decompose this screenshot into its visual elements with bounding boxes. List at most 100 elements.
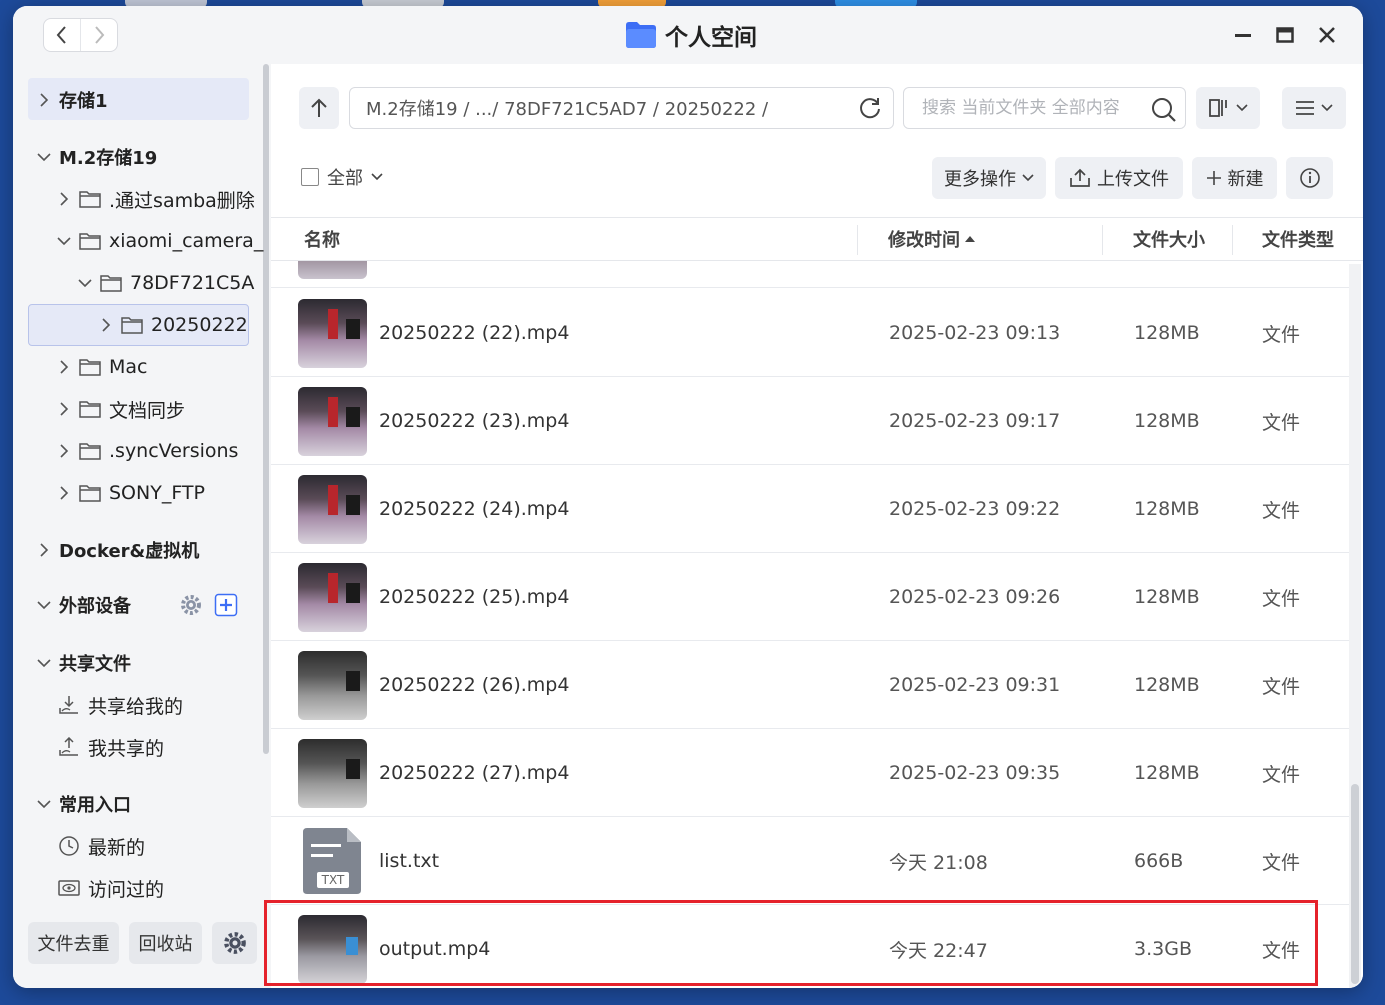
upload-button[interactable]: 上传文件 (1055, 157, 1183, 199)
path-text: M.2存储19 / .../ 78DF721C5AD7 / 20250222 / (366, 99, 769, 120)
column-header-name[interactable]: 名称 (304, 218, 340, 260)
folder-outline-icon (79, 190, 101, 208)
sidebar-section-shared[interactable]: 共享文件 (33, 643, 131, 683)
select-all-checkbox[interactable] (301, 168, 319, 186)
folder-outline-icon (79, 400, 101, 418)
sidebar-item-docker[interactable]: Docker&虚拟机 (33, 530, 199, 570)
file-type: 文件 (1262, 675, 1301, 698)
minimize-button[interactable] (1230, 22, 1256, 48)
txt-file-icon-label: TXT (321, 873, 345, 887)
sidebar-item-visited[interactable]: 访问过的 (58, 868, 164, 908)
sort-menu-button[interactable] (1282, 87, 1346, 129)
file-list-scrollbar[interactable] (1349, 264, 1361, 988)
sidebar-item-label: M.2存储19 (59, 148, 158, 169)
close-button[interactable] (1314, 22, 1340, 48)
table-row-partial[interactable] (271, 261, 1350, 288)
close-icon (1319, 27, 1335, 43)
sidebar-item-m2[interactable]: M.2存储19 (33, 137, 157, 177)
table-row[interactable]: 20250222 (23).mp4 2025-02-23 09:17 128MB… (271, 377, 1350, 465)
new-label: 新建 (1227, 169, 1264, 190)
view-mode-icon (1209, 99, 1227, 117)
download-share-icon (58, 695, 80, 715)
file-name: 20250222 (25).mp4 (379, 586, 570, 608)
table-row[interactable]: 20250222 (27).mp4 2025-02-23 09:35 128MB… (271, 729, 1350, 817)
sidebar-section-external[interactable]: 外部设备 (33, 585, 131, 625)
table-row[interactable]: 20250222 (24).mp4 2025-02-23 09:22 128MB… (271, 465, 1350, 553)
file-type: 文件 (1262, 499, 1301, 522)
plus-icon (1206, 171, 1221, 185)
table-row[interactable]: 20250222 (25).mp4 2025-02-23 09:26 128MB… (271, 553, 1350, 641)
chevron-down-icon (1321, 104, 1333, 112)
external-settings-icon[interactable] (179, 593, 203, 621)
sidebar-item-my-shared[interactable]: 我共享的 (58, 727, 164, 767)
add-external-device-icon[interactable] (214, 593, 238, 621)
column-header-modified[interactable]: 修改时间 (888, 218, 976, 260)
back-button[interactable] (44, 19, 80, 51)
column-header-size[interactable]: 文件大小 (1133, 218, 1205, 260)
select-all-dropdown[interactable]: 全部 (301, 164, 383, 190)
sidebar-section-common[interactable]: 常用入口 (33, 784, 131, 824)
file-type: 文件 (1262, 763, 1301, 786)
sidebar-item-label: 最新的 (88, 836, 146, 859)
video-thumbnail (298, 563, 367, 632)
chevron-down-icon (33, 600, 55, 610)
new-button[interactable]: 新建 (1192, 157, 1277, 199)
sidebar-folder-78df[interactable]: 78DF721C5A (74, 263, 254, 303)
table-row-output[interactable]: output.mp4 今天 22:47 3.3GB 文件 (271, 905, 1350, 988)
forward-button[interactable] (80, 19, 117, 51)
chevron-right-icon (33, 93, 55, 107)
file-size: 128MB (1134, 586, 1200, 608)
column-header-modified-label: 修改时间 (888, 230, 960, 251)
file-modified: 2025-02-23 09:31 (889, 674, 1061, 696)
recycle-bin-button[interactable]: 回收站 (129, 922, 202, 964)
more-actions-button[interactable]: 更多操作 (932, 157, 1046, 199)
upload-share-icon (58, 737, 80, 757)
search-input[interactable] (903, 87, 1186, 129)
folder-outline-icon (79, 484, 101, 502)
chevron-right-icon (95, 26, 105, 44)
clock-icon (58, 835, 80, 857)
sidebar-folder-20250222[interactable]: 20250222 (95, 305, 248, 345)
sidebar-folder-mac[interactable]: Mac (53, 347, 147, 387)
sidebar: 存储1 M.2存储19 .通过samba删除 xiaomi_camera_ 78… (13, 64, 271, 988)
sidebar-scrollbar[interactable] (263, 64, 269, 754)
file-name: 20250222 (26).mp4 (379, 674, 570, 696)
refresh-icon[interactable] (857, 96, 883, 127)
table-row[interactable]: 20250222 (26).mp4 2025-02-23 09:31 128MB… (271, 641, 1350, 729)
table-row[interactable]: TXT list.txt 今天 21:08 666B 文件 (271, 817, 1350, 905)
video-thumbnail (298, 387, 367, 456)
sidebar-item-storage1[interactable]: 存储1 (33, 80, 108, 120)
file-size: 128MB (1134, 498, 1200, 520)
sidebar-item-label: Docker&虚拟机 (59, 541, 200, 562)
sidebar-folder-xiaomi[interactable]: xiaomi_camera_ (53, 221, 263, 261)
sidebar-folder-sony[interactable]: SONY_FTP (53, 473, 205, 513)
video-thumbnail (298, 651, 367, 720)
sidebar-item-shared-to-me[interactable]: 共享给我的 (58, 685, 183, 725)
search-icon[interactable] (1151, 97, 1177, 127)
file-size: 128MB (1134, 674, 1200, 696)
settings-button[interactable] (212, 922, 257, 964)
dedupe-button[interactable]: 文件去重 (28, 922, 119, 964)
column-header-type[interactable]: 文件类型 (1262, 218, 1334, 260)
maximize-button[interactable] (1272, 22, 1298, 48)
gear-icon (223, 932, 246, 954)
table-row[interactable]: 20250222 (22).mp4 2025-02-23 09:13 128MB… (271, 289, 1350, 377)
chevron-down-icon (33, 152, 55, 162)
file-name: 20250222 (27).mp4 (379, 762, 570, 784)
sidebar-folder-docsync[interactable]: 文档同步 (53, 389, 185, 429)
folder-icon (626, 22, 656, 48)
sidebar-folder-syncversions[interactable]: .syncVersions (53, 431, 238, 471)
parent-folder-button[interactable] (299, 87, 339, 129)
video-thumbnail (298, 915, 367, 984)
file-modified: 2025-02-23 09:13 (889, 322, 1061, 344)
path-input[interactable]: M.2存储19 / .../ 78DF721C5AD7 / 20250222 / (349, 87, 894, 129)
sidebar-item-label: 常用入口 (59, 795, 131, 816)
chevron-down-icon (33, 658, 55, 668)
sidebar-item-recent[interactable]: 最新的 (58, 826, 145, 866)
view-mode-button[interactable] (1196, 87, 1260, 129)
scrollbar-thumb[interactable] (1351, 784, 1359, 984)
info-button[interactable] (1286, 157, 1333, 199)
chevron-right-icon (95, 318, 117, 332)
sidebar-folder-samba[interactable]: .通过samba删除 (53, 179, 255, 219)
chevron-down-icon (371, 173, 383, 181)
